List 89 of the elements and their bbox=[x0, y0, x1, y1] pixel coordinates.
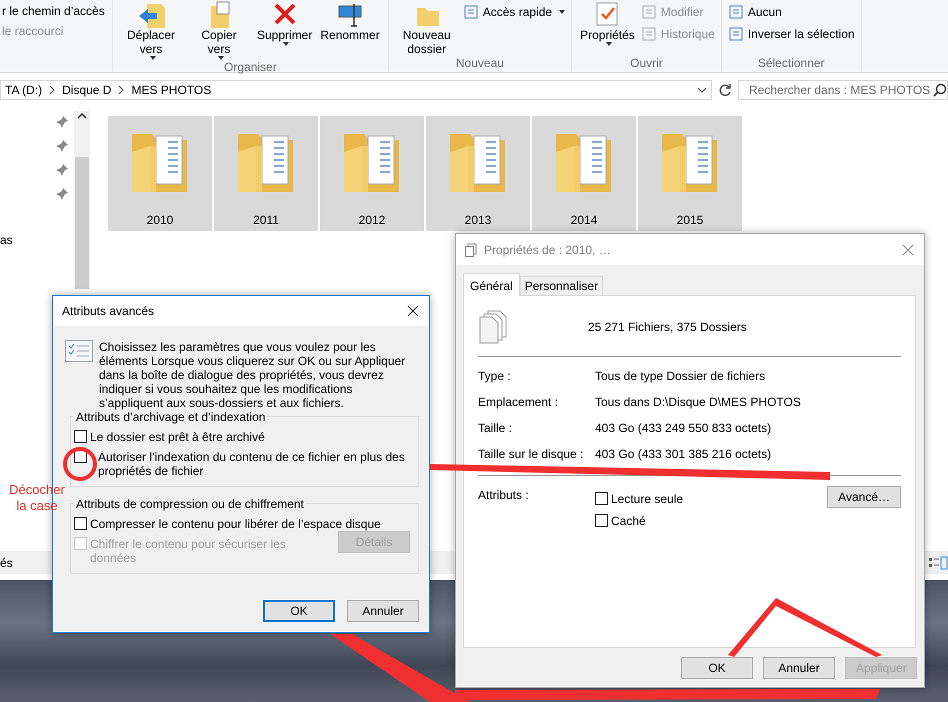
property-label: Emplacement : bbox=[478, 395, 560, 409]
checkbox-option[interactable]: Le dossier est prêt à être archivé bbox=[74, 430, 410, 444]
property-value: Tous dans D:\Disque D\MES PHOTOS bbox=[595, 395, 801, 409]
folder-name: 2012 bbox=[358, 213, 386, 227]
property-value: Tous de type Dossier de fichiers bbox=[595, 369, 766, 383]
tab[interactable]: Personnaliser bbox=[520, 276, 604, 295]
group-label: Sélectionner bbox=[756, 56, 826, 72]
ribbon-button[interactable]: r le chemin d’accès bbox=[2, 4, 105, 18]
checkbox-option[interactable]: Lecture seule bbox=[595, 492, 828, 506]
nav-item[interactable]: as bbox=[0, 233, 13, 247]
checkbox-option[interactable]: Compresser le contenu pour libérer de l’espace disque bbox=[74, 517, 410, 531]
ribbon-button[interactable]: Déplacer vers bbox=[119, 0, 183, 60]
folder-item[interactable]: 2013 bbox=[426, 116, 530, 231]
view-toggle-icon[interactable] bbox=[928, 556, 948, 570]
property-label: Taille : bbox=[478, 421, 514, 435]
property-label: Type : bbox=[478, 369, 512, 383]
checkbox[interactable] bbox=[74, 517, 87, 530]
documents-icon bbox=[478, 310, 508, 344]
checklist-icon bbox=[65, 340, 93, 362]
annotation-circle bbox=[63, 447, 97, 481]
description-text: Choisissez les paramètres que vous voulez pour les éléments Lorsque vous cliquerez sur OK ou sur Appliquer dans la boîte de dialogue des propriétés, vous devrez indiquer si vous souhaitez que les modifications s’appliquent aux sous-dossiers et aux fichiers. bbox=[99, 340, 406, 410]
close-icon bbox=[902, 244, 914, 256]
property-value: 403 Go (433 249 550 833 octets) bbox=[595, 421, 772, 435]
file-count: 25 271 Fichiers, 375 Dossiers bbox=[588, 320, 747, 334]
address-bar[interactable]: TA (D:) Disque D MES PHOTOS bbox=[0, 80, 712, 100]
ribbon-button[interactable]: Renommer bbox=[318, 0, 382, 42]
folder-item[interactable]: 2012 bbox=[320, 116, 424, 231]
ribbon-button[interactable]: Inverser la sélection bbox=[728, 26, 855, 42]
chevron-icon bbox=[117, 85, 126, 95]
property-label: Attributs : bbox=[478, 488, 530, 504]
caret-icon bbox=[606, 42, 612, 46]
ribbon-button[interactable]: Propriétés bbox=[578, 0, 637, 46]
documents-icon bbox=[464, 242, 478, 256]
close-button[interactable] bbox=[407, 305, 419, 317]
scroll-up-icon[interactable] bbox=[77, 111, 87, 121]
chevron-icon bbox=[48, 85, 56, 95]
window-title: Attributs avancés bbox=[62, 304, 154, 318]
caret-icon bbox=[559, 10, 566, 14]
search-icon[interactable] bbox=[933, 83, 947, 97]
dropdown-icon[interactable] bbox=[697, 86, 707, 94]
ribbon-button[interactable]: Supprimer bbox=[255, 0, 314, 46]
property-label: Taille sur le disque : bbox=[478, 447, 584, 461]
group-label: Nouveau bbox=[454, 56, 505, 72]
folder-item[interactable]: 2011 bbox=[214, 116, 318, 231]
folder-name: 2011 bbox=[253, 213, 279, 227]
folder-item[interactable]: 2015 bbox=[638, 116, 742, 231]
checkbox[interactable] bbox=[74, 450, 87, 463]
ribbon-button[interactable]: Copier vers bbox=[187, 0, 251, 60]
caret-icon bbox=[150, 56, 156, 60]
checkbox[interactable] bbox=[74, 430, 87, 443]
pin-icon[interactable] bbox=[56, 139, 68, 153]
ribbon-button[interactable]: Aucun bbox=[728, 4, 855, 20]
tab[interactable]: Général bbox=[463, 273, 520, 296]
breadcrumb[interactable]: Disque D bbox=[62, 83, 112, 97]
folder-name: 2015 bbox=[676, 213, 704, 227]
ribbon-button[interactable]: Nouveau dossier bbox=[394, 0, 459, 56]
dialog-button[interactable]: OK bbox=[681, 657, 753, 679]
dialog-button[interactable]: Annuler bbox=[763, 657, 835, 679]
checkbox-option[interactable]: Autoriser l’indexation du contenu de ce fichier en plus des propriétés de fichier bbox=[74, 450, 410, 478]
refresh-icon[interactable] bbox=[718, 83, 732, 97]
group-title: Attributs de compression ou de chiffrement bbox=[74, 497, 306, 511]
folder-name: 2014 bbox=[570, 213, 598, 227]
pin-icon[interactable] bbox=[56, 115, 68, 129]
checkbox-option[interactable]: Caché bbox=[595, 514, 828, 528]
checkbox[interactable] bbox=[595, 514, 608, 527]
close-icon bbox=[407, 305, 419, 317]
folder-name: 2013 bbox=[464, 213, 492, 227]
group-label: Organiser bbox=[223, 60, 278, 74]
ribbon-button[interactable]: Accès rapide bbox=[462, 4, 566, 20]
advanced-button[interactable]: Avancé… bbox=[827, 486, 901, 508]
folder-item[interactable]: 2010 bbox=[108, 116, 212, 231]
folder-name: 2010 bbox=[146, 213, 174, 227]
status-text: és bbox=[0, 556, 13, 570]
dialog-button[interactable]: OK bbox=[263, 600, 335, 622]
pin-icon[interactable] bbox=[56, 163, 68, 177]
group-label: Ouvrir bbox=[629, 56, 664, 72]
scrollbar[interactable] bbox=[74, 111, 90, 289]
caret-icon bbox=[218, 56, 224, 60]
group-title: Attributs d’archivage et d’indexation bbox=[74, 410, 268, 424]
folder-item[interactable]: 2014 bbox=[532, 116, 636, 231]
breadcrumb[interactable]: MES PHOTOS bbox=[131, 83, 212, 97]
checkbox[interactable] bbox=[595, 492, 608, 505]
property-value: 403 Go (433 301 385 216 octets) bbox=[595, 447, 772, 461]
pin-icon[interactable] bbox=[56, 187, 68, 201]
caret-icon bbox=[283, 42, 290, 46]
dialog-button[interactable]: Annuler bbox=[347, 600, 419, 622]
search-field[interactable]: Rechercher dans : MES PHOTOS bbox=[738, 80, 948, 100]
window-title: Propriétés de : 2010, … bbox=[484, 242, 611, 256]
breadcrumb[interactable]: TA (D:) bbox=[5, 83, 42, 97]
